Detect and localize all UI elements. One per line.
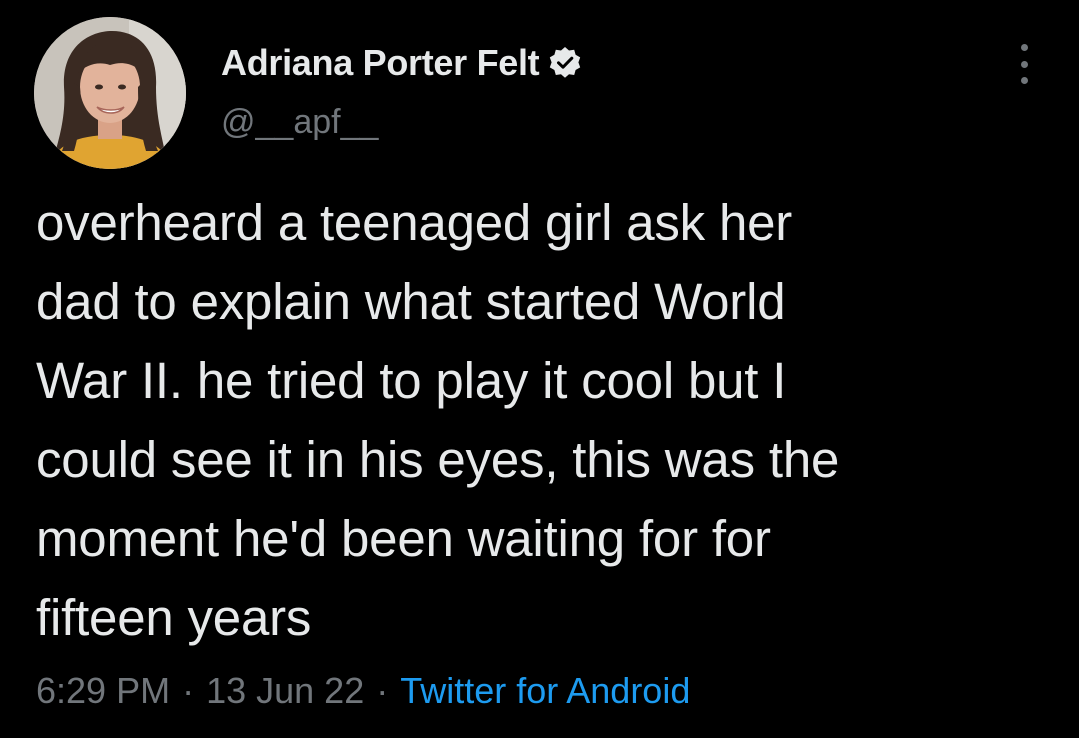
profile-photo-icon xyxy=(34,17,186,169)
more-dot xyxy=(1020,77,1028,84)
more-dot xyxy=(1020,44,1028,51)
more-dot xyxy=(1020,60,1028,68)
tweet-text-line: overheard a teenaged girl ask her xyxy=(36,194,793,251)
verified-badge-icon xyxy=(547,45,583,81)
author-display-name[interactable]: Adriana Porter Felt xyxy=(221,42,540,84)
tweet-text-line: could see it in his eyes, this was the xyxy=(36,431,840,488)
tweet-text-line: moment he'd been waiting for for xyxy=(36,510,771,567)
tweet-date[interactable]: 13 Jun 22 xyxy=(206,670,364,712)
tweet-time[interactable]: 6:29 PM xyxy=(36,670,170,712)
tweet-text-line: dad to explain what started World xyxy=(36,273,786,330)
more-options-icon[interactable] xyxy=(1011,44,1037,84)
meta-separator: · xyxy=(376,670,389,711)
meta-separator: · xyxy=(182,670,195,711)
tweet-text-line: War II. he tried to play it cool but I xyxy=(36,352,787,409)
tweet-card: Adriana Porter Felt @__apf__ overheard a… xyxy=(0,0,1079,738)
tweet-text-line: fifteen years xyxy=(36,589,312,646)
tweet-meta: 6:29 PM · 13 Jun 22 · Twitter for Androi… xyxy=(36,668,690,714)
tweet-text: overheard a teenaged girl ask her dad to… xyxy=(36,183,1046,657)
author-handle[interactable]: @__apf__ xyxy=(221,103,378,142)
author-row: Adriana Porter Felt xyxy=(221,40,583,86)
avatar[interactable] xyxy=(34,17,186,169)
tweet-source-link[interactable]: Twitter for Android xyxy=(400,670,690,712)
